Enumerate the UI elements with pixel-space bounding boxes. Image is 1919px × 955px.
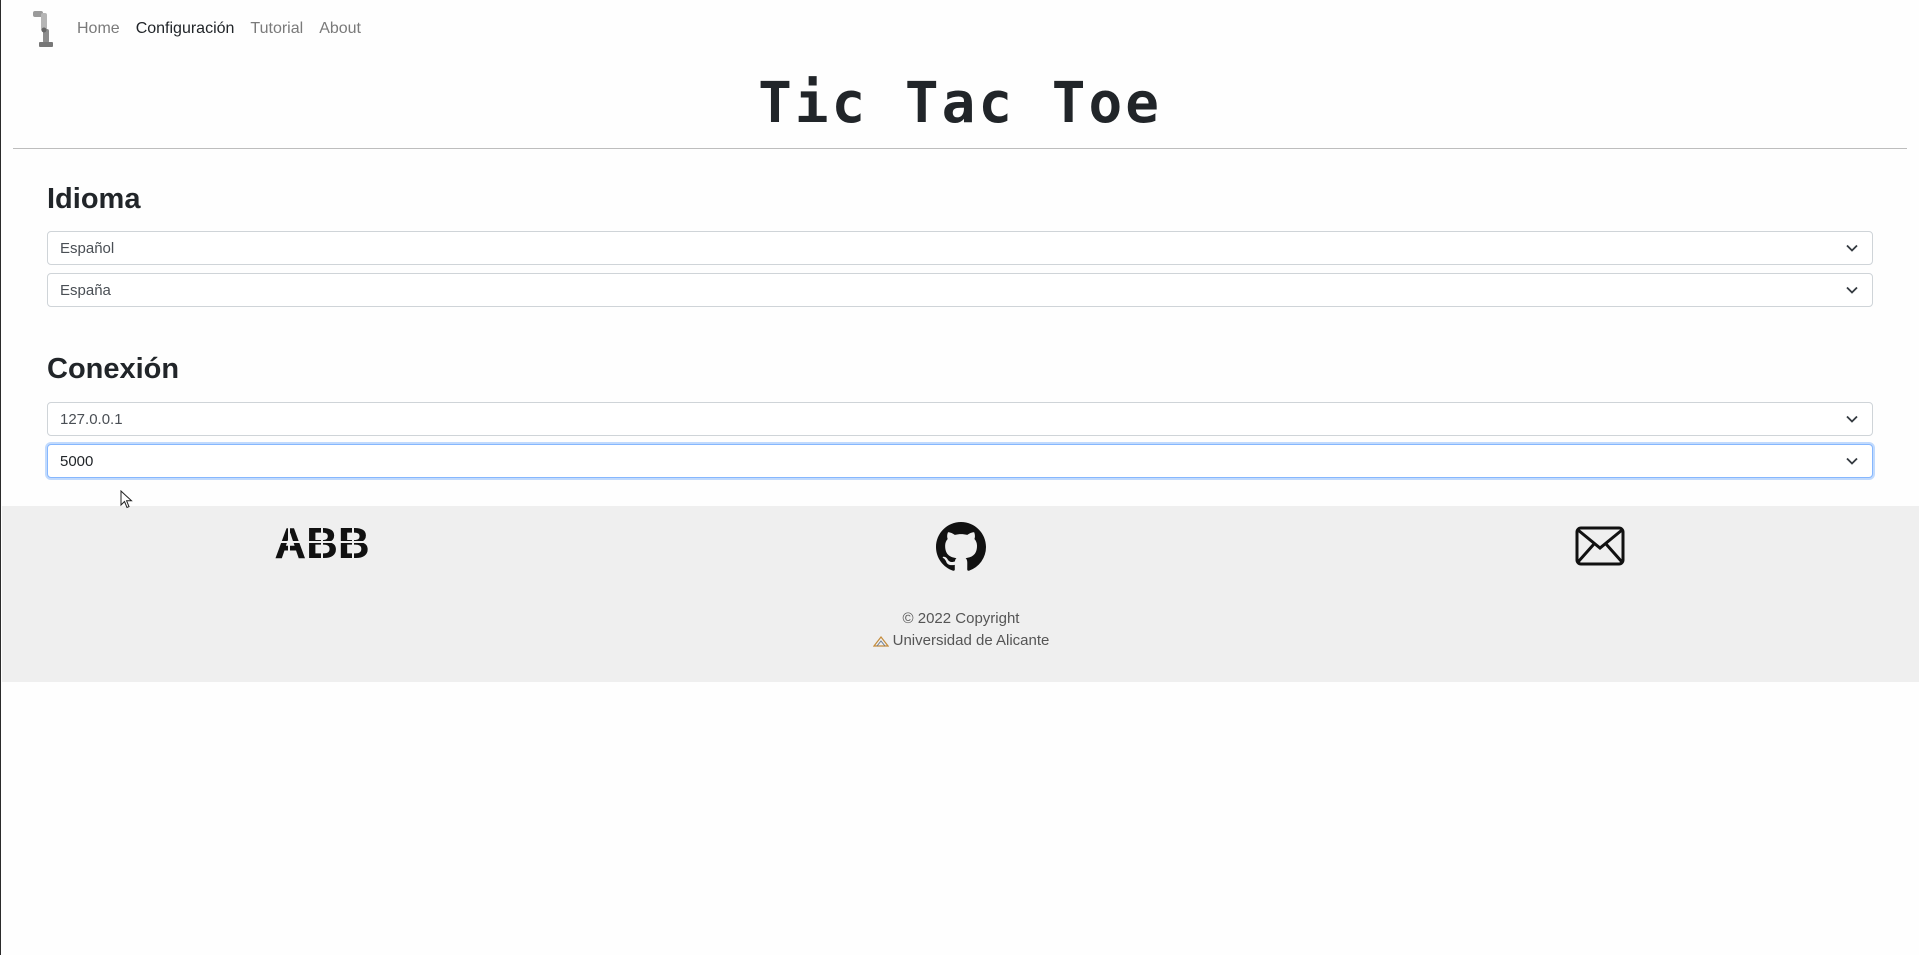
- idioma-heading: Idioma: [47, 183, 141, 215]
- robot-arm-logo[interactable]: [25, 8, 59, 50]
- copyright-block: © 2022 Copyright Universidad de Alicante: [2, 608, 1919, 654]
- chevron-down-icon: [1846, 244, 1858, 252]
- port-select[interactable]: 5000: [47, 444, 1873, 478]
- nav-home[interactable]: Home: [77, 20, 120, 38]
- chevron-down-icon: [1846, 286, 1858, 294]
- copyright-text: © 2022 Copyright: [902, 610, 1020, 627]
- university-link[interactable]: Universidad de Alicante: [893, 630, 1050, 652]
- language-select-value: Español: [60, 239, 115, 257]
- idioma-section: Idioma Español España: [1, 149, 1919, 307]
- page-title: Tic Tac Toe: [758, 71, 1162, 136]
- nav-about[interactable]: About: [319, 20, 361, 38]
- footer: ABB © 2022 Copyright: [2, 506, 1919, 682]
- university-line: Universidad de Alicante: [872, 630, 1050, 652]
- host-select-value: 127.0.0.1: [60, 410, 123, 428]
- github-icon[interactable]: [936, 522, 986, 572]
- footer-icons: ABB: [2, 506, 1919, 586]
- mouse-cursor-icon: [120, 490, 133, 509]
- conexion-section: Conexión 127.0.0.1 5000: [1, 315, 1919, 478]
- chevron-down-icon: [1846, 415, 1858, 423]
- port-select-value: 5000: [60, 452, 94, 470]
- nav-configuracion[interactable]: Configuración: [136, 20, 235, 38]
- region-select[interactable]: España: [47, 273, 1873, 307]
- host-select[interactable]: 127.0.0.1: [47, 402, 1873, 436]
- university-logo-icon: [872, 636, 889, 647]
- conexion-heading: Conexión: [47, 353, 180, 385]
- abb-logo[interactable]: ABB: [275, 522, 369, 562]
- region-select-value: España: [60, 281, 111, 299]
- mail-icon[interactable]: [1575, 526, 1625, 566]
- navbar: Home Configuración Tutorial About: [1, 0, 1919, 58]
- language-select[interactable]: Español: [47, 231, 1873, 265]
- chevron-down-icon: [1846, 457, 1858, 465]
- nav-tutorial[interactable]: Tutorial: [250, 20, 303, 38]
